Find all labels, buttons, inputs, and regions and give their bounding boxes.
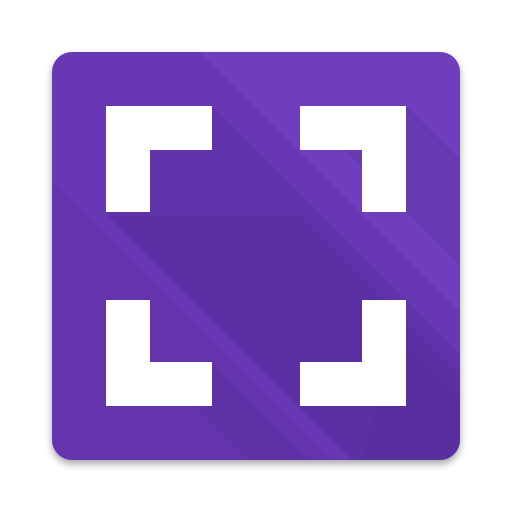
fullscreen-icon xyxy=(52,52,460,460)
icon-canvas xyxy=(0,0,512,512)
